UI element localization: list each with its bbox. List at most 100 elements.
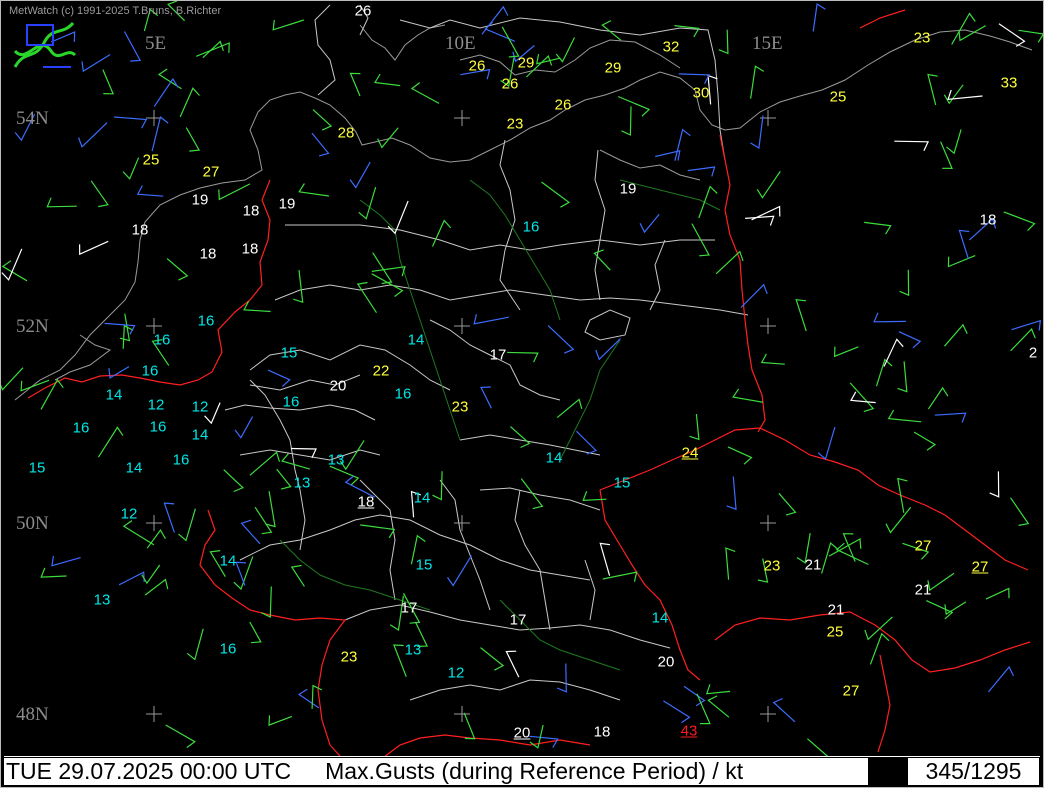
rivers [279, 179, 721, 671]
gust-value: 16 [72, 419, 90, 437]
wind-barb [541, 181, 571, 208]
status-bar: TUE 29.07.2025 00:00 UTC Max.Gusts (durin… [4, 756, 1040, 785]
gust-value: 27 [842, 682, 860, 700]
wind-barb [599, 542, 611, 576]
wind-barb [582, 490, 607, 502]
wind-barb [90, 180, 109, 208]
wind-barb [157, 68, 182, 90]
gust-value: 22 [372, 362, 390, 380]
gust-value: 16 [197, 312, 215, 330]
wind-barb [899, 269, 910, 297]
gust-value: 13 [404, 641, 422, 659]
wind-barb [46, 197, 77, 208]
wind-barb [223, 469, 244, 493]
wind-barb [265, 491, 276, 528]
wind-barb [447, 555, 472, 587]
wind-barb [102, 69, 115, 95]
wind-barb [358, 186, 377, 220]
grid-crosses [146, 110, 776, 722]
wind-barb [195, 42, 230, 57]
wind-barb [727, 446, 753, 465]
wind-barb [40, 567, 67, 578]
gust-value: 26 [554, 96, 572, 114]
wind-barb [297, 688, 320, 709]
gust-value: 16 [153, 331, 171, 349]
wind-barb [218, 183, 251, 201]
gust-value: 16 [522, 218, 540, 236]
wind-barb [272, 19, 304, 31]
wind-barb [958, 229, 970, 260]
gust-value: 16 [394, 385, 412, 403]
gust-value: 16 [141, 362, 159, 380]
wind-barb [349, 72, 361, 97]
wind-barb [715, 250, 744, 275]
gust-value: 32 [662, 38, 680, 56]
wind-barb [944, 323, 968, 347]
wind-barb [329, 465, 360, 486]
wind-barb [927, 386, 949, 410]
wind-barb [725, 547, 736, 580]
wind-barb [267, 369, 291, 387]
gust-value: 23 [506, 115, 524, 133]
gust-value: 27 [202, 163, 220, 181]
gust-value: 24 [681, 444, 699, 462]
gust-value: 23 [451, 398, 469, 416]
wind-barb [371, 265, 406, 277]
wind-barb [78, 122, 108, 148]
gust-value: 13 [93, 591, 111, 609]
gust-value: 14 [191, 426, 209, 444]
wind-barb [387, 200, 409, 235]
wind-barb [947, 255, 976, 268]
wind-barb [1011, 319, 1041, 331]
gust-value: 15 [280, 344, 298, 362]
wind-barb [122, 520, 155, 546]
gust-value: 17 [509, 611, 527, 629]
wind-barb [312, 109, 333, 131]
wind-barb [166, 258, 189, 281]
gust-value: 18 [242, 202, 260, 220]
wind-barb [240, 519, 261, 545]
gust-value: 16 [219, 640, 237, 658]
wind-barb [293, 270, 304, 304]
wind-barb [123, 31, 142, 62]
lat-label-50n: 50N [16, 513, 49, 534]
wind-barb [985, 587, 1010, 600]
gust-value: 14 [105, 386, 123, 404]
gust-value: 14 [125, 459, 143, 477]
gust-value: 19 [191, 191, 209, 209]
wind-barb [97, 426, 124, 458]
wind-barb [696, 693, 711, 725]
gust-value: 33 [1000, 74, 1018, 92]
wind-barb [795, 299, 807, 332]
wind-barb [951, 12, 976, 45]
gust-value: 15 [415, 556, 433, 574]
wind-barb [674, 25, 700, 38]
wind-barb [81, 53, 111, 73]
border-lines [27, 9, 1031, 761]
wind-barb [510, 426, 531, 449]
wind-barb [873, 312, 906, 323]
gust-value: 14 [651, 609, 669, 627]
wind-barb [849, 382, 875, 413]
footer-datetime: TUE 29.07.2025 00:00 UTC [6, 758, 292, 784]
wind-barb [473, 314, 509, 325]
wind-barb [897, 361, 908, 393]
wind-barb [913, 431, 937, 451]
wind-barb [678, 73, 710, 85]
metwatch-logo-icon [13, 21, 77, 68]
wind-barb [940, 141, 953, 170]
wind-barb [20, 379, 50, 392]
gust-value: 19 [278, 195, 296, 213]
wind-barb [1018, 29, 1044, 43]
wind-barb [869, 632, 890, 665]
gust-value: 15 [28, 459, 46, 477]
wind-barb [432, 471, 443, 501]
wind-barb [821, 542, 839, 574]
wind-barb [165, 724, 196, 749]
gust-value: 26 [501, 75, 519, 93]
wind-barb [529, 735, 559, 748]
wind-barb [118, 571, 145, 586]
wind-barb [298, 183, 329, 197]
wind-barb [927, 73, 938, 106]
gust-value: 13 [293, 474, 311, 492]
